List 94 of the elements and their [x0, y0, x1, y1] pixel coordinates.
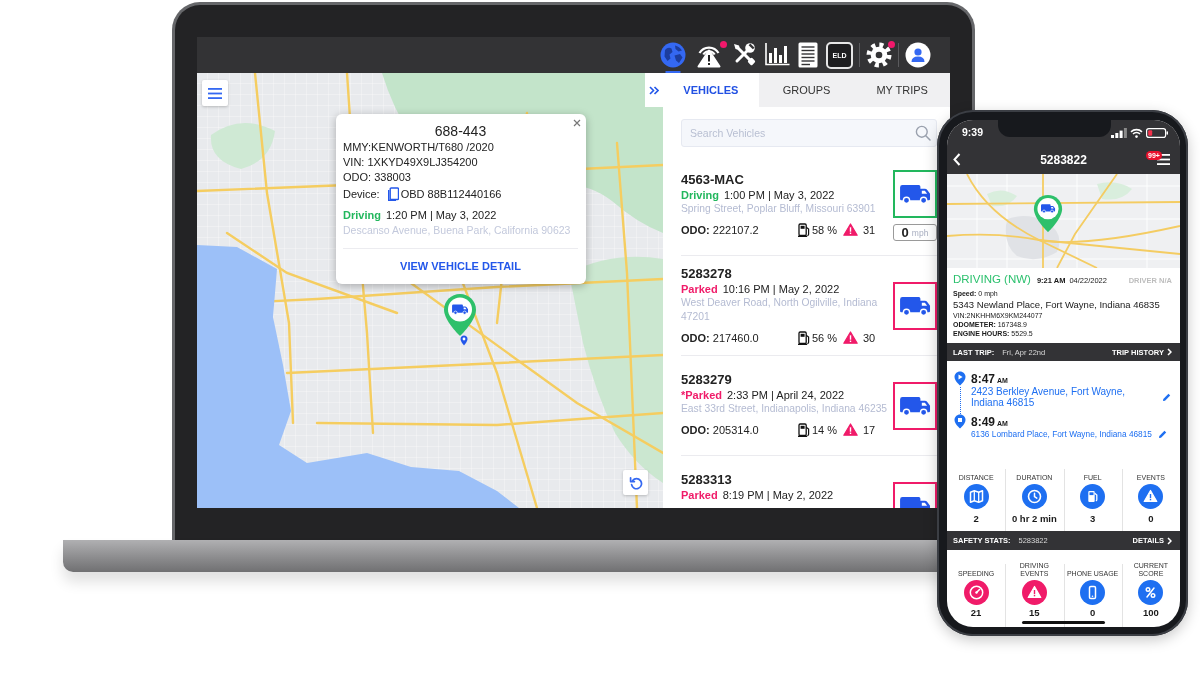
edit-icon[interactable] — [1162, 392, 1171, 402]
vehicle-address: East 33rd Street, Indianapolis, Indiana 46235 — [681, 401, 889, 416]
stat-value: 21 — [970, 607, 982, 618]
warning-icon — [843, 331, 858, 344]
avatar-icon[interactable] — [905, 42, 931, 68]
status-time: 2:33 PM | April 24, 2022 — [727, 387, 845, 402]
fuel-pump-icon — [798, 422, 810, 437]
stat-value: 2 — [973, 513, 979, 524]
status-label: Driving — [343, 208, 381, 223]
warning-icon — [843, 423, 858, 436]
status-time: 9:39 — [962, 125, 984, 140]
van-icon[interactable] — [893, 170, 937, 218]
menu-button[interactable] — [202, 80, 228, 106]
vehicle-detail: VIN: 1XKYD49X9LJ354200 — [343, 155, 479, 170]
search-field[interactable]: Search Vehicles — [681, 119, 937, 147]
status-label: Parked — [681, 281, 718, 296]
event-count: 30 — [863, 330, 876, 346]
tools-icon[interactable] — [732, 42, 756, 66]
driving-status: DRIVING (NW) — [953, 272, 1031, 287]
vehicle-address: Spring Street, Poplar Bluff, Missouri 63901 — [681, 201, 877, 216]
event-count: 17 — [863, 422, 876, 438]
refresh-icon — [628, 475, 643, 490]
status-time: 1:00 PM | May 3, 2022 — [723, 187, 835, 202]
vehicle-id: 5283279 — [681, 371, 733, 388]
chevron-right-icon — [1167, 536, 1172, 545]
document-icon[interactable] — [798, 42, 818, 68]
chevron-right-icon — [1167, 348, 1172, 356]
globe-icon[interactable] — [660, 42, 686, 73]
view-details-link[interactable]: VIEW VEHICLE DETAIL — [400, 257, 521, 275]
refresh-button[interactable] — [623, 470, 648, 495]
end-pin-icon — [954, 414, 966, 429]
bar-chart-icon[interactable] — [764, 42, 790, 66]
stat-value: 15 — [1029, 607, 1040, 618]
stat-value: 100 — [1142, 607, 1159, 618]
vehicle-id: 4563-MAC — [681, 171, 745, 188]
double-chevron-icon — [649, 85, 659, 95]
van-marker-icon[interactable] — [443, 293, 477, 337]
status-time: 10:16 PM | May 2, 2022 — [722, 281, 840, 296]
vehicle-id: 5283313 — [681, 471, 733, 488]
status-time: 1:20 PM | May 3, 2022 — [385, 208, 497, 223]
settings-icon[interactable] — [866, 42, 892, 68]
clock-icon — [1021, 484, 1047, 509]
device-icon — [387, 186, 399, 201]
popup-title: 688-443 — [433, 122, 488, 140]
vehicle-detail: ODO: 338003 — [343, 170, 412, 185]
vehicle-id: 5283278 — [681, 265, 733, 282]
vehicle-detail: MMY:KENWORTH/T680 /2020 — [343, 140, 495, 155]
fuel-pump-icon — [798, 222, 810, 237]
collapse-button[interactable] — [645, 73, 663, 107]
van-marker-icon[interactable] — [1033, 194, 1063, 233]
stop-time: 8:49 — [971, 414, 996, 429]
vehicle-address: 5343 Newland Place, Fort Wayne, Indiana 46835 — [953, 298, 1161, 311]
device-label: Device: — [343, 187, 380, 200]
stat-value: 3 — [1089, 513, 1096, 524]
stop-time: 8:47 — [971, 371, 996, 386]
address-link[interactable]: 6136 Lombard Place, Fort Wayne, Indiana 46815 — [971, 429, 1152, 440]
fuel-pump-icon — [798, 330, 810, 345]
signal-icon — [1111, 127, 1127, 138]
odometer-text: ODO: 217460.0 — [681, 330, 760, 346]
event-count: 31 — [863, 222, 876, 238]
van-icon[interactable] — [893, 281, 937, 330]
wifi-icon — [1130, 127, 1143, 138]
vehicle-address: West Deaver Road, North Ogilville, Indiana 47201 — [681, 295, 879, 324]
device-id: OBD 88B112440166 — [400, 187, 502, 200]
odometer-text: ODO: 205314.0 — [681, 422, 760, 438]
menu-icon — [208, 87, 222, 99]
warning-icon — [843, 223, 858, 236]
fuel-level-text: 14 % — [812, 422, 838, 438]
fuel-pump-icon — [1080, 484, 1106, 509]
stat-value: 0 — [1148, 513, 1154, 524]
battery-icon — [1146, 127, 1168, 138]
odometer-text: ODO: 222107.2 — [681, 222, 760, 238]
fuel-level-text: 58 % — [812, 222, 838, 238]
stat-value: 0 hr 2 min — [1011, 513, 1057, 524]
stat-value: 0 — [1089, 607, 1096, 618]
location-marker-icon — [460, 335, 468, 346]
status-time: 8:19 PM | May 2, 2022 — [722, 487, 834, 502]
vehicle-address: Descanso Avenue, Buena Park, California 90623 — [343, 223, 572, 238]
status-label: Parked — [681, 487, 718, 502]
panel-tab[interactable]: MY TRIPS — [854, 73, 950, 107]
van-icon[interactable] — [893, 381, 937, 430]
page-title: 5283822 — [1039, 152, 1088, 167]
close-icon[interactable] — [573, 119, 581, 127]
start-pin-icon — [954, 371, 966, 386]
map-icon — [963, 484, 989, 509]
fuel-level-text: 56 % — [812, 330, 838, 346]
warning-icon — [1138, 484, 1164, 509]
panel-tab[interactable]: GROUPS — [758, 73, 855, 107]
status-label: *Parked — [681, 387, 722, 402]
back-icon[interactable] — [953, 153, 961, 166]
status-label: Driving — [681, 187, 719, 202]
edit-icon[interactable] — [1157, 430, 1167, 439]
address-link[interactable]: 2423 Berkley Avenue, Fort Wayne, Indiana 46815 — [971, 386, 1156, 408]
route-line — [959, 387, 961, 414]
